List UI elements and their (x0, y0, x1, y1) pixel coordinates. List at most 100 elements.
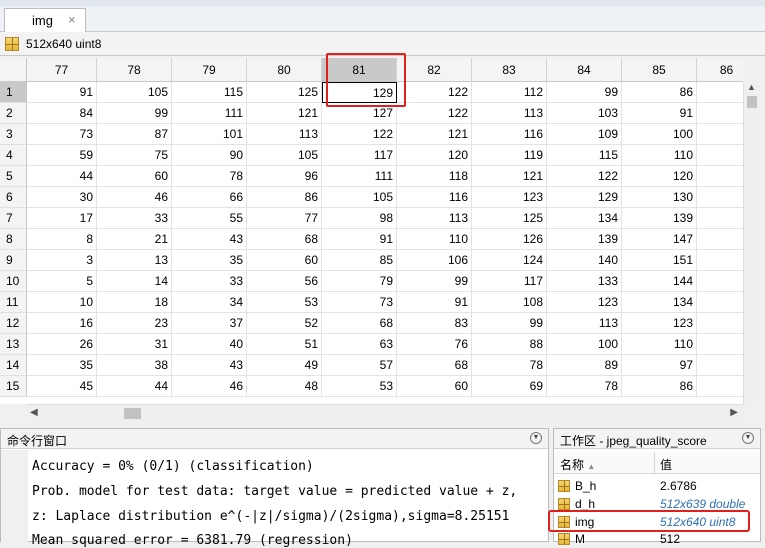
grid-cell[interactable]: 35 (172, 250, 247, 271)
grid-cell[interactable]: 99 (97, 103, 172, 124)
grid-cell[interactable]: 105 (97, 82, 172, 103)
close-icon[interactable]: × (68, 12, 76, 27)
grid-cell[interactable]: 78 (547, 376, 622, 397)
grid-cell[interactable]: 87 (97, 124, 172, 145)
grid-cell[interactable]: 117 (472, 271, 547, 292)
grid-cell[interactable]: 83 (397, 313, 472, 334)
row-header[interactable]: 14 (0, 355, 27, 376)
row-header[interactable]: 10 (0, 271, 27, 292)
grid-cell[interactable]: 123 (547, 292, 622, 313)
grid-cell[interactable]: 13 (97, 250, 172, 271)
grid-cell[interactable]: 120 (397, 145, 472, 166)
grid-cell[interactable] (697, 271, 743, 292)
grid-cell[interactable]: 3 (27, 250, 97, 271)
grid-cell[interactable]: 46 (97, 187, 172, 208)
grid-cell[interactable]: 116 (472, 124, 547, 145)
grid-cell[interactable] (697, 103, 743, 124)
row-header[interactable]: 15 (0, 376, 27, 397)
grid-cell[interactable]: 126 (472, 229, 547, 250)
grid-cell[interactable]: 78 (172, 166, 247, 187)
grid-cell[interactable]: 108 (472, 292, 547, 313)
grid-cell[interactable]: 68 (322, 313, 397, 334)
grid-cell[interactable]: 133 (547, 271, 622, 292)
grid-cell[interactable]: 124 (472, 250, 547, 271)
grid-cell[interactable]: 69 (472, 376, 547, 397)
grid-cell[interactable]: 116 (397, 187, 472, 208)
grid-cell[interactable]: 98 (322, 208, 397, 229)
grid-cell[interactable]: 88 (472, 334, 547, 355)
grid-cell[interactable]: 17 (27, 208, 97, 229)
grid-cell[interactable]: 60 (97, 166, 172, 187)
workspace-var-row[interactable]: img 512x640 uint8 (554, 513, 760, 531)
row-header[interactable]: 9 (0, 250, 27, 271)
column-header[interactable]: 85 (622, 58, 697, 82)
grid-cell[interactable]: 45 (27, 376, 97, 397)
grid-cell[interactable]: 120 (622, 166, 697, 187)
grid-cell[interactable]: 86 (247, 187, 322, 208)
grid-cell[interactable]: 139 (622, 208, 697, 229)
grid-cell[interactable]: 151 (622, 250, 697, 271)
grid-cell[interactable]: 113 (247, 124, 322, 145)
column-header[interactable]: 82 (397, 58, 472, 82)
row-header[interactable]: 12 (0, 313, 27, 334)
vertical-scroll-thumb[interactable] (747, 96, 757, 108)
grid-cell[interactable]: 77 (247, 208, 322, 229)
grid-cell[interactable]: 91 (322, 229, 397, 250)
grid-cell[interactable]: 121 (247, 103, 322, 124)
grid-cell[interactable]: 140 (547, 250, 622, 271)
name-column-header[interactable]: 名称 ▲ (560, 456, 595, 473)
grid-cell[interactable] (697, 376, 743, 397)
column-header[interactable]: 83 (472, 58, 547, 82)
grid-cell[interactable]: 110 (622, 334, 697, 355)
row-header[interactable]: 3 (0, 124, 27, 145)
grid-cell[interactable]: 75 (97, 145, 172, 166)
grid-cell[interactable]: 35 (27, 355, 97, 376)
row-header[interactable]: 13 (0, 334, 27, 355)
grid-cell[interactable] (697, 187, 743, 208)
grid-cell[interactable]: 125 (472, 208, 547, 229)
grid-cell[interactable]: 121 (397, 124, 472, 145)
column-header[interactable]: 86 (697, 58, 743, 82)
grid-cell[interactable]: 113 (547, 313, 622, 334)
grid-cell[interactable]: 56 (247, 271, 322, 292)
grid-cell[interactable]: 40 (172, 334, 247, 355)
grid-cell[interactable]: 122 (397, 82, 472, 103)
grid-cell[interactable] (697, 208, 743, 229)
grid-cell[interactable]: 34 (172, 292, 247, 313)
grid-cell[interactable]: 10 (27, 292, 97, 313)
grid-cell[interactable] (697, 334, 743, 355)
grid-cell[interactable] (697, 250, 743, 271)
column-header[interactable]: 79 (172, 58, 247, 82)
grid-cell[interactable]: 44 (97, 376, 172, 397)
grid-cell[interactable]: 147 (622, 229, 697, 250)
grid-cell[interactable]: 37 (172, 313, 247, 334)
grid-cell[interactable]: 48 (247, 376, 322, 397)
grid-cell[interactable]: 111 (172, 103, 247, 124)
grid-cell[interactable]: 134 (547, 208, 622, 229)
grid-cell[interactable]: 16 (27, 313, 97, 334)
row-header[interactable]: 4 (0, 145, 27, 166)
variable-editor-grid[interactable]: 77 78 79 80 81 82 83 84 85 86 1 91 105 115 125 129 122 11… (0, 58, 743, 404)
grid-cell[interactable]: 115 (172, 82, 247, 103)
grid-cell[interactable]: 99 (547, 82, 622, 103)
workspace-panel[interactable]: 工作区 - jpeg_quality_score ▼ 名称 ▲ 值 B_h 2.… (553, 428, 761, 546)
grid-cell[interactable]: 44 (27, 166, 97, 187)
row-header[interactable]: 6 (0, 187, 27, 208)
grid-cell[interactable]: 84 (27, 103, 97, 124)
scroll-right-icon[interactable]: ▶ (730, 407, 738, 418)
panel-menu-icon[interactable]: ▼ (742, 432, 754, 444)
panel-menu-icon[interactable]: ▼ (530, 432, 542, 444)
grid-cell[interactable]: 38 (97, 355, 172, 376)
grid-cell[interactable]: 43 (172, 355, 247, 376)
grid-cell[interactable]: 113 (397, 208, 472, 229)
grid-cell[interactable]: 123 (622, 313, 697, 334)
grid-cell[interactable] (697, 166, 743, 187)
grid-cell[interactable]: 53 (247, 292, 322, 313)
vertical-scrollbar[interactable]: ▲ (743, 82, 759, 404)
grid-cell[interactable]: 100 (622, 124, 697, 145)
grid-cell[interactable]: 86 (622, 376, 697, 397)
grid-cell[interactable] (697, 292, 743, 313)
grid-cell[interactable]: 122 (322, 124, 397, 145)
grid-cell[interactable]: 68 (397, 355, 472, 376)
grid-cell[interactable]: 109 (547, 124, 622, 145)
